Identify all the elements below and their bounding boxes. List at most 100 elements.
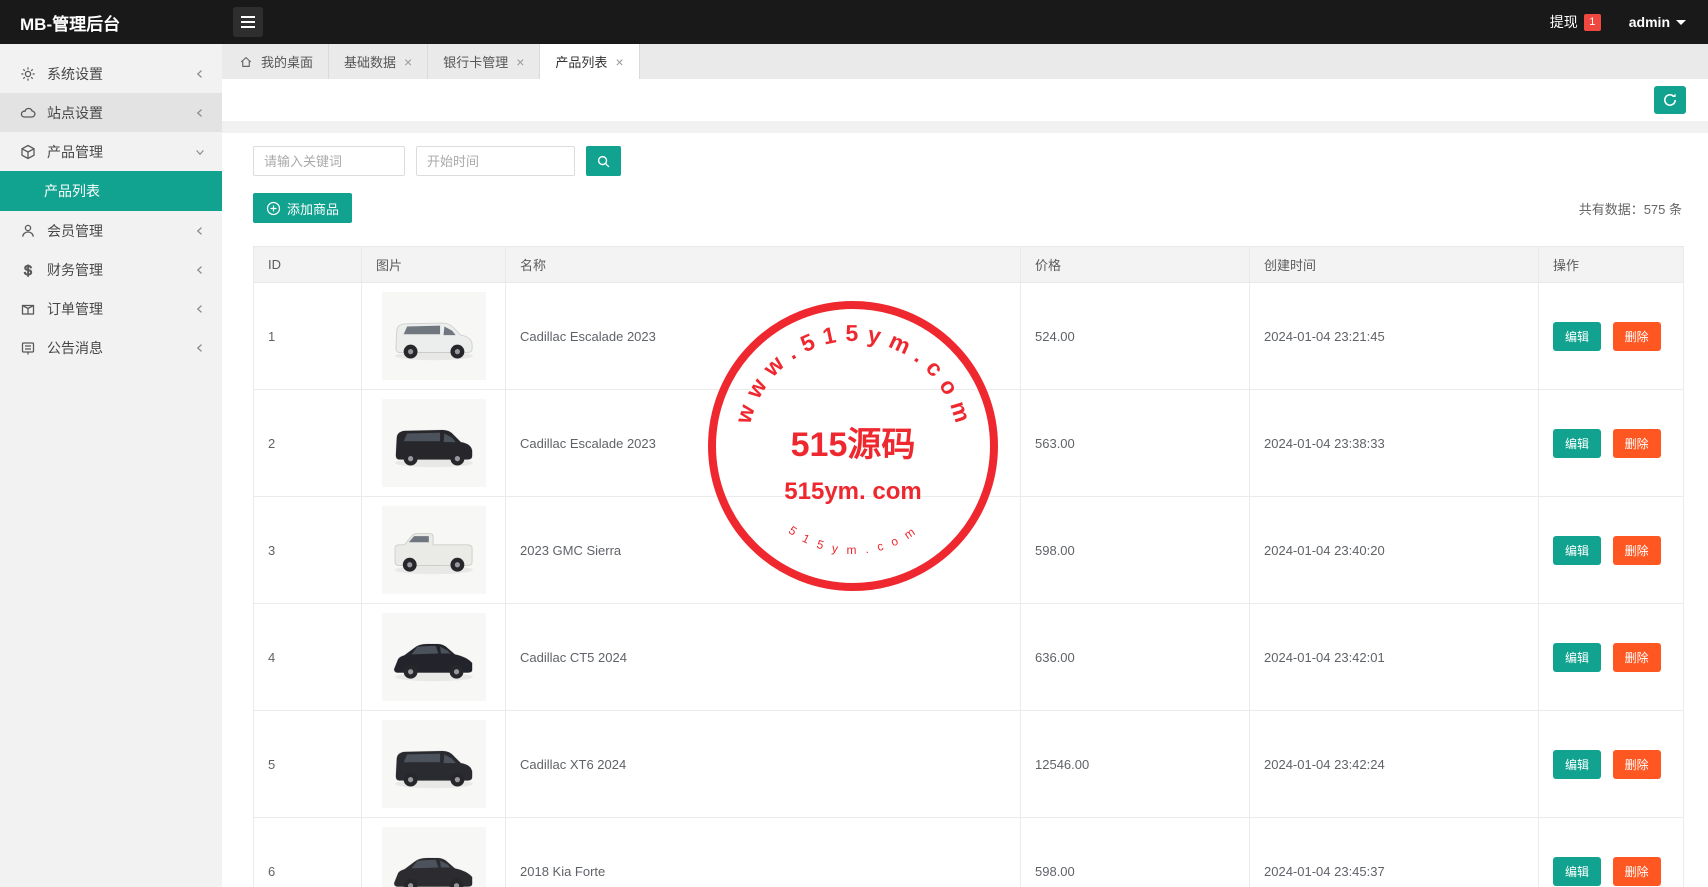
chevron-left-icon bbox=[194, 225, 206, 237]
tab-bar: 我的桌面 基础数据 × 银行卡管理 × 产品列表 × bbox=[222, 44, 1708, 79]
app-title: MB-管理后台 bbox=[0, 10, 222, 35]
header-image: 图片 bbox=[362, 247, 506, 283]
dollar-icon: $ bbox=[20, 262, 36, 278]
sidebar-item-label: 系统设置 bbox=[47, 64, 183, 84]
car-image bbox=[382, 292, 486, 380]
sidebar-item-product-list[interactable]: 产品列表 bbox=[0, 171, 222, 211]
close-icon[interactable]: × bbox=[404, 55, 412, 69]
product-name: 2018 Kia Forte bbox=[506, 818, 1021, 887]
sidebar-item-member-management[interactable]: 会员管理 bbox=[0, 211, 222, 250]
product-name: Cadillac Escalade 2023 bbox=[506, 390, 1021, 497]
table-row: 2 bbox=[254, 390, 1684, 497]
edit-button[interactable]: 编辑 bbox=[1553, 750, 1601, 779]
chevron-left-icon bbox=[194, 107, 206, 119]
delete-button[interactable]: 删除 bbox=[1613, 857, 1661, 886]
withdraw-button[interactable]: 提现 1 bbox=[1550, 12, 1601, 32]
actions-row: 添加商品 共有数据：575 条 bbox=[253, 193, 1682, 223]
chevron-down-icon bbox=[194, 146, 206, 158]
product-id: 4 bbox=[254, 604, 362, 711]
search-row bbox=[253, 146, 1682, 176]
tab-bank-card-management[interactable]: 银行卡管理 × bbox=[428, 44, 540, 79]
header-price: 价格 bbox=[1021, 247, 1250, 283]
car-image bbox=[382, 613, 486, 701]
close-icon[interactable]: × bbox=[516, 55, 524, 69]
plus-circle-icon bbox=[266, 201, 281, 216]
product-actions: 编辑 删除 bbox=[1539, 711, 1684, 818]
search-button[interactable] bbox=[586, 146, 621, 176]
add-product-button[interactable]: 添加商品 bbox=[253, 193, 352, 223]
tab-label: 基础数据 bbox=[344, 52, 396, 71]
product-name: Cadillac CT5 2024 bbox=[506, 604, 1021, 711]
product-created-time: 2024-01-04 23:42:24 bbox=[1250, 711, 1539, 818]
keyword-input[interactable] bbox=[253, 146, 405, 176]
delete-button[interactable]: 删除 bbox=[1613, 643, 1661, 672]
sidebar-item-system-settings[interactable]: 系统设置 bbox=[0, 54, 222, 93]
sidebar-item-finance-management[interactable]: $ 财务管理 bbox=[0, 250, 222, 289]
total-count-text: 共有数据：575 条 bbox=[1579, 199, 1682, 218]
product-price: 598.00 bbox=[1021, 497, 1250, 604]
edit-button[interactable]: 编辑 bbox=[1553, 429, 1601, 458]
product-created-time: 2024-01-04 23:42:01 bbox=[1250, 604, 1539, 711]
product-actions: 编辑 删除 bbox=[1539, 497, 1684, 604]
sidebar-item-site-settings[interactable]: 站点设置 bbox=[0, 93, 222, 132]
top-bar: MB-管理后台 提现 1 admin bbox=[0, 0, 1708, 44]
svg-text:$: $ bbox=[24, 262, 32, 278]
sidebar-item-label: 会员管理 bbox=[47, 221, 183, 241]
refresh-button[interactable] bbox=[1654, 86, 1686, 114]
sidebar-subitem-label: 产品列表 bbox=[44, 181, 100, 201]
sidebar-item-product-management[interactable]: 产品管理 bbox=[0, 132, 222, 171]
delete-button[interactable]: 删除 bbox=[1613, 322, 1661, 351]
product-list-panel: 添加商品 共有数据：575 条 ID 图片 名称 价格 创建时间 操作 bbox=[222, 133, 1708, 887]
tab-basic-data[interactable]: 基础数据 × bbox=[329, 44, 428, 79]
content-area: 我的桌面 基础数据 × 银行卡管理 × 产品列表 × bbox=[222, 44, 1708, 887]
start-time-input[interactable] bbox=[416, 146, 575, 176]
tab-label: 产品列表 bbox=[555, 52, 607, 71]
home-icon bbox=[239, 55, 253, 69]
delete-button[interactable]: 删除 bbox=[1613, 429, 1661, 458]
product-created-time: 2024-01-04 23:21:45 bbox=[1250, 283, 1539, 390]
sidebar-item-order-management[interactable]: 订单管理 bbox=[0, 289, 222, 328]
hamburger-menu-button[interactable] bbox=[233, 7, 263, 37]
close-icon[interactable]: × bbox=[615, 55, 623, 69]
withdraw-badge: 1 bbox=[1584, 14, 1601, 31]
chevron-left-icon bbox=[194, 303, 206, 315]
edit-button[interactable]: 编辑 bbox=[1553, 857, 1601, 886]
edit-button[interactable]: 编辑 bbox=[1553, 536, 1601, 565]
table-row: 1 bbox=[254, 283, 1684, 390]
product-actions: 编辑 删除 bbox=[1539, 818, 1684, 887]
page-toolbar bbox=[222, 79, 1708, 121]
product-id: 2 bbox=[254, 390, 362, 497]
header-actions: 操作 bbox=[1539, 247, 1684, 283]
product-table: ID 图片 名称 价格 创建时间 操作 1 bbox=[253, 246, 1684, 887]
tab-my-desktop[interactable]: 我的桌面 bbox=[224, 44, 329, 79]
edit-button[interactable]: 编辑 bbox=[1553, 322, 1601, 351]
table-header-row: ID 图片 名称 价格 创建时间 操作 bbox=[254, 247, 1684, 283]
product-price: 598.00 bbox=[1021, 818, 1250, 887]
bulletin-icon bbox=[20, 340, 36, 356]
product-photo bbox=[382, 292, 486, 380]
topbar-right: 提现 1 admin bbox=[1550, 12, 1708, 32]
person-icon bbox=[20, 223, 36, 239]
add-product-label: 添加商品 bbox=[287, 199, 339, 218]
tab-product-list[interactable]: 产品列表 × bbox=[540, 44, 639, 79]
header-created: 创建时间 bbox=[1250, 247, 1539, 283]
withdraw-label: 提现 bbox=[1550, 12, 1578, 32]
sidebar-item-label: 订单管理 bbox=[47, 299, 183, 319]
product-photo bbox=[382, 399, 486, 487]
cloud-icon bbox=[20, 105, 36, 121]
delete-button[interactable]: 删除 bbox=[1613, 536, 1661, 565]
delete-button[interactable]: 删除 bbox=[1613, 750, 1661, 779]
edit-button[interactable]: 编辑 bbox=[1553, 643, 1601, 672]
product-price: 563.00 bbox=[1021, 390, 1250, 497]
sidebar-item-announcements[interactable]: 公告消息 bbox=[0, 328, 222, 367]
user-menu[interactable]: admin bbox=[1629, 14, 1686, 30]
product-photo bbox=[382, 720, 486, 808]
product-name: Cadillac Escalade 2023 bbox=[506, 283, 1021, 390]
product-actions: 编辑 删除 bbox=[1539, 283, 1684, 390]
header-id: ID bbox=[254, 247, 362, 283]
product-created-time: 2024-01-04 23:45:37 bbox=[1250, 818, 1539, 887]
product-price: 524.00 bbox=[1021, 283, 1250, 390]
car-image bbox=[382, 506, 486, 594]
product-id: 5 bbox=[254, 711, 362, 818]
gear-icon bbox=[20, 66, 36, 82]
